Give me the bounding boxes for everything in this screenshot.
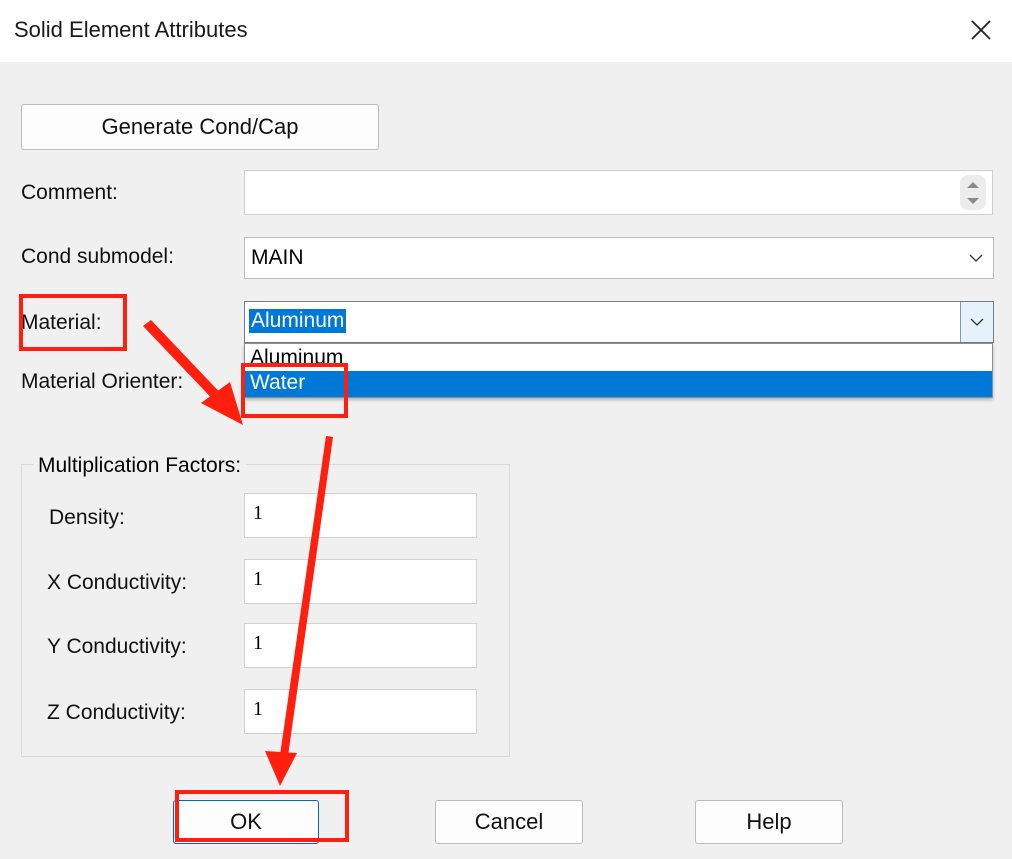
close-icon bbox=[971, 20, 991, 40]
material-selected-value: Aluminum bbox=[249, 309, 347, 333]
cancel-button[interactable]: Cancel bbox=[435, 800, 583, 844]
scroll-up-icon bbox=[967, 182, 979, 188]
cond-submodel-select[interactable]: MAIN bbox=[244, 237, 994, 279]
dialog-title: Solid Element Attributes bbox=[14, 17, 248, 42]
ok-button[interactable]: OK bbox=[173, 800, 319, 844]
comment-field[interactable] bbox=[244, 170, 993, 215]
cond-submodel-value: MAIN bbox=[251, 246, 304, 269]
x-conductivity-input[interactable]: 1 bbox=[244, 559, 477, 604]
material-select[interactable]: Aluminum bbox=[244, 301, 994, 343]
scroll-down-icon bbox=[967, 198, 979, 204]
material-dropdown-toggle[interactable] bbox=[960, 302, 993, 342]
arrow-head-material-to-water bbox=[201, 382, 243, 425]
y-conductivity-input[interactable]: 1 bbox=[244, 623, 477, 668]
material-label: Material: bbox=[21, 311, 102, 334]
comment-spinner[interactable] bbox=[960, 175, 986, 210]
comment-label: Comment: bbox=[21, 181, 118, 204]
help-button[interactable]: Help bbox=[695, 800, 843, 844]
z-conductivity-input[interactable]: 1 bbox=[244, 689, 477, 734]
z-conductivity-label: Z Conductivity: bbox=[47, 701, 186, 724]
material-option-aluminum[interactable]: Aluminum bbox=[245, 346, 992, 372]
chevron-down-icon bbox=[969, 254, 983, 262]
material-orienter-label: Material Orienter: bbox=[21, 370, 184, 393]
cond-submodel-label: Cond submodel: bbox=[21, 245, 174, 268]
y-conductivity-label: Y Conductivity: bbox=[47, 635, 187, 658]
density-input[interactable]: 1 bbox=[244, 493, 477, 538]
chevron-down-icon bbox=[970, 318, 984, 326]
x-conductivity-label: X Conductivity: bbox=[47, 571, 188, 594]
material-dropdown-list[interactable]: Aluminum Water bbox=[244, 343, 993, 398]
density-label: Density: bbox=[49, 506, 125, 529]
arrow-shaft-material-to-water bbox=[143, 320, 229, 408]
close-button[interactable] bbox=[958, 9, 1004, 51]
generate-cond-cap-button[interactable]: Generate Cond/Cap bbox=[21, 104, 379, 150]
title-bar: Solid Element Attributes bbox=[0, 0, 1012, 62]
multiplication-factors-legend: Multiplication Factors: bbox=[33, 454, 247, 478]
material-option-water[interactable]: Water bbox=[245, 371, 992, 397]
